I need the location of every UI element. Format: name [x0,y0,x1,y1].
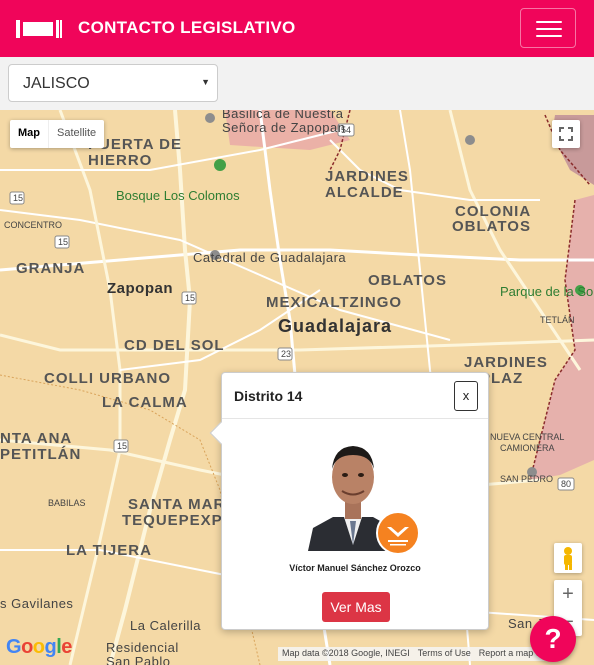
bars-logo-icon[interactable] [16,20,62,38]
map-label: OBLATOS [368,272,447,289]
map-label: La Calerilla [130,618,202,633]
hamburger-line [536,28,562,30]
map-label: s Gavilanes [0,596,74,611]
map-label: NTA ANA [0,430,73,447]
zoom-in-button[interactable]: + [554,580,582,608]
fullscreen-icon [559,127,573,141]
map-label: Guadalajara [278,316,393,336]
map-label: SANTA MAR [128,496,226,513]
district-info-popup: Distrito 14 x Víctor Manuel Sánchez Oroz… [209,372,489,630]
map-label: GRANJA [16,260,86,277]
map-label: Catedral de Guadalajara [193,250,347,265]
map[interactable]: Basilica de Nuestra Señora de Zapopan PU… [0,110,594,665]
map-label: TETLÁN [540,315,575,325]
ver-mas-button[interactable]: Ver Mas [322,592,390,622]
map-label: TEQUEPEXPA [122,512,234,529]
close-button[interactable]: x [454,381,478,411]
map-label: OBLATOS [452,218,531,235]
map-label: LA CALMA [102,394,188,411]
map-label: Bosque Los Colomos [116,188,240,203]
map-label: CONCENTRO [4,220,62,230]
map-label: Señora de Zapopan [222,120,346,135]
road-shield: 15 [13,193,24,203]
popup-title: Distrito 14 [234,388,303,404]
map-label: PETITLÁN [0,446,82,463]
map-label: ALCALDE [325,184,404,201]
map-data-attribution: Map data ©2018 Google, INEGI [282,648,410,658]
hamburger-line [536,35,562,37]
map-label: BABILAS [48,498,86,508]
road-shield: 15 [58,237,69,247]
state-select[interactable]: JALISCO ▼ [8,64,218,102]
state-filter-bar: JALISCO ▼ [0,57,594,110]
hamburger-icon [536,21,562,23]
map-label: JARDINES [325,168,409,185]
map-label: San Pablo [106,654,171,665]
map-label: Parque de la Sol [500,284,594,299]
map-label: LA TIJERA [66,542,152,559]
map-label: SAN PEDRO [500,474,554,484]
street-view-pegman-button[interactable] [554,543,582,573]
map-type-control: Map Satellite [10,120,105,148]
state-select-value: JALISCO [23,75,90,92]
legislator-name: Víctor Manuel Sánchez Orozco [289,563,421,573]
road-shield: 54 [341,125,352,135]
party-logo-icon [376,511,420,555]
road-shield: 80 [561,479,572,489]
map-label: HIERRO [88,152,153,169]
pegman-icon [564,547,572,570]
map-type-satellite-button[interactable]: Satellite [48,120,104,148]
chevron-down-icon: ▼ [201,77,210,87]
map-label: COLLI URBANO [44,370,171,387]
road-shield: 15 [117,441,128,451]
map-label: Residencial [106,640,179,655]
fullscreen-button[interactable] [552,120,580,148]
map-label: JARDINES [464,354,548,371]
popup-header: Distrito 14 x [222,373,488,419]
map-label: NUEVA CENTRAL [490,432,565,442]
road-shield: 23 [281,349,292,359]
map-attribution: Map data ©2018 Google, INEGI Terms of Us… [278,647,559,661]
map-type-map-button[interactable]: Map [10,120,48,148]
hamburger-menu-button[interactable] [520,8,576,48]
map-label: MEXICALTZINGO [266,294,403,311]
help-button[interactable]: ? [530,616,576,662]
map-label: CAMIONERA [500,443,555,453]
top-navbar: CONTACTO LEGISLATIVO [0,0,594,57]
google-logo: Google [6,636,72,658]
map-label: Zapopan [107,280,173,297]
app-title[interactable]: CONTACTO LEGISLATIVO [78,18,296,38]
terms-of-use-link[interactable]: Terms of Use [418,648,471,660]
eagle-icon [387,527,409,546]
map-label: CD DEL SOL [124,337,225,354]
road-shield: 15 [185,293,196,303]
